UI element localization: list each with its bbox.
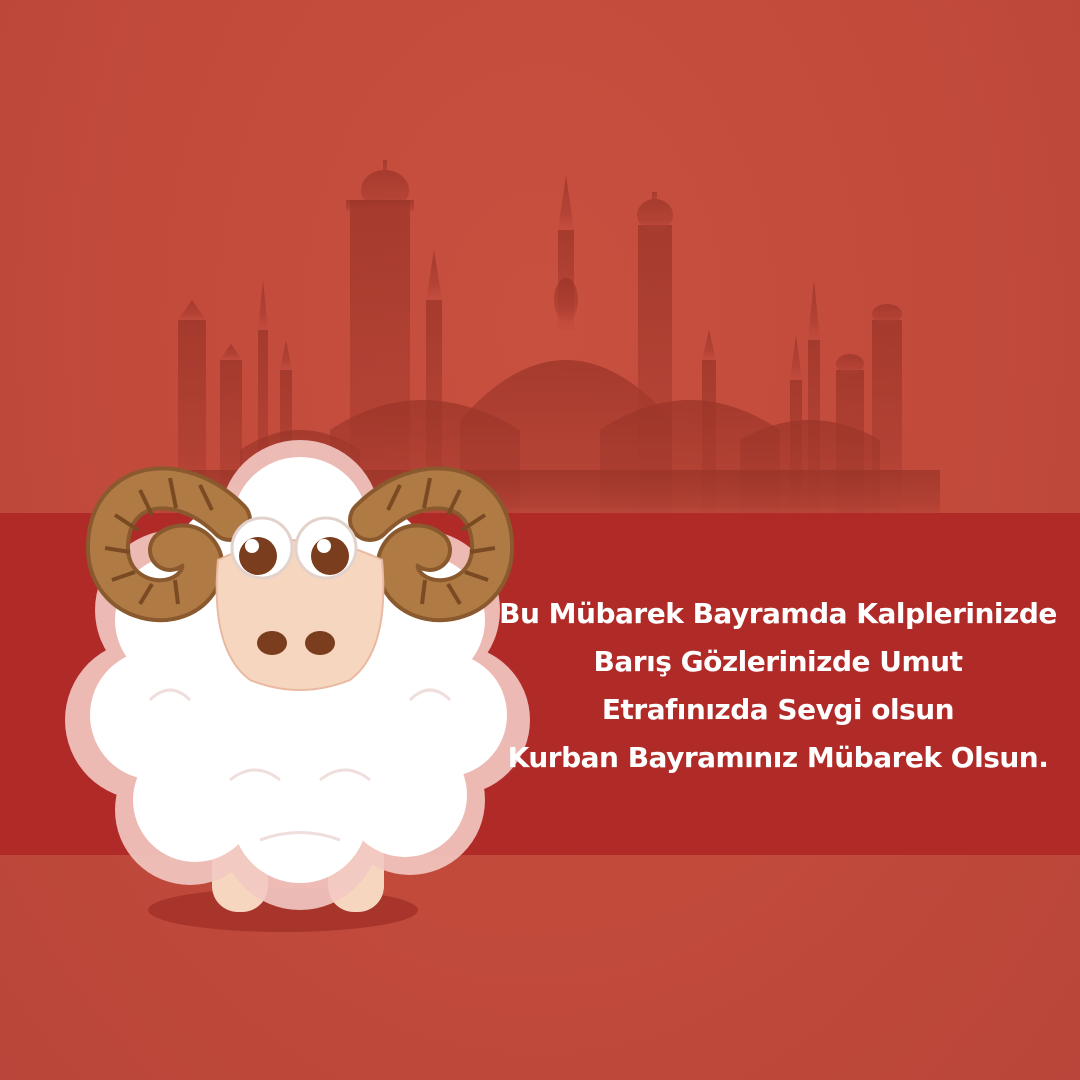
greeting-line-3: Etrafınızda Sevgi olsun: [601, 693, 955, 726]
left-horn-icon: [86, 466, 252, 623]
greeting-line-2: Barış Gözlerinizde Umut: [593, 645, 963, 678]
greeting-line-1: Bu Mübarek Bayramda Kalplerinizde: [499, 597, 1057, 630]
right-horn-icon: [348, 466, 514, 623]
ram-sheep-illustration: [65, 440, 530, 932]
greeting-line-4: Kurban Bayramınız Mübarek Olsun.: [507, 741, 1049, 774]
greeting-message: Bu Mübarek Bayramda Kalplerinizde Barış …: [498, 590, 1058, 782]
